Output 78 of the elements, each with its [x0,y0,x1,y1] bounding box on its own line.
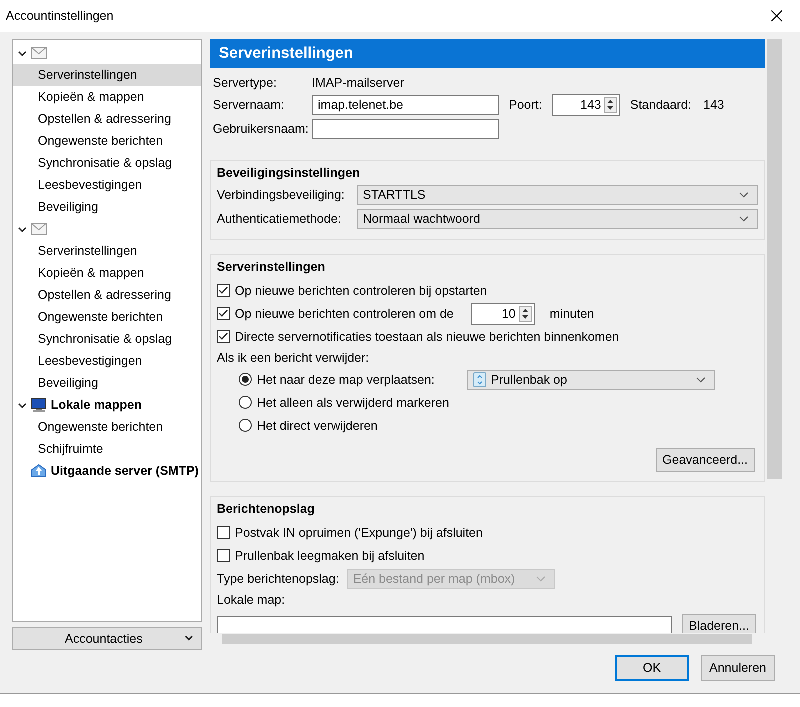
tree-item[interactable]: Leesbevestigingen [13,350,201,372]
dialog-button[interactable]: Annuleren [701,655,775,681]
local-folder-label: Lokale map: [217,592,286,609]
username-label: Gebruikersnaam: [213,122,310,136]
servertype-value: IMAP-mailserver [312,75,406,91]
tree-item[interactable]: Ongewenste berichten [13,416,201,438]
checkbox[interactable] [217,549,230,562]
computer-icon [31,398,47,412]
field-label: Authenticatiemethode: [217,212,342,226]
chevron-icon[interactable] [18,224,27,234]
folder-dropdown[interactable]: Prullenbak op [467,370,715,390]
minutes-label: minuten [550,306,594,320]
checkbox[interactable] [217,307,230,320]
tree-item[interactable]: Beveiliging [13,196,201,218]
envelope-icon [31,47,47,59]
envelope-icon [31,223,47,235]
tree-item[interactable]: Kopieën & mappen [13,262,201,284]
delete-label: Als ik een bericht verwijder: [217,350,370,367]
chevron-icon[interactable] [18,48,27,58]
tree-item[interactable]: Ongewenste berichten [13,130,201,152]
tree-item[interactable]: Opstellen & adressering [13,284,201,306]
checkbox-label[interactable]: Op nieuwe berichten controleren bij opstarten [235,284,488,298]
checkbox-label[interactable]: Prullenbak leegmaken bij afsluiten [235,548,425,562]
servername-field[interactable]: imap.telenet.be [312,95,499,115]
checkbox-label[interactable]: Postvak IN opruimen ('Expunge') bij afsluiten [235,526,483,540]
page-header: Serverinstellingen [210,39,765,68]
tree-item[interactable]: Leesbevestigingen [13,174,201,196]
radio-label[interactable]: Het alleen als verwijderd markeren [257,396,450,410]
local-folder-field[interactable] [217,616,672,633]
tree-item[interactable]: Beveiliging [13,372,201,394]
dialog-button[interactable]: OK [615,655,689,681]
default-port-label: Standaard: [630,98,692,112]
servername-label: Servernaam: [213,98,286,112]
chevron-down-icon [739,192,749,198]
checkbox-label[interactable]: Directe servernotificaties toestaan als nieuwe berichten binnenkomen [235,330,620,344]
account-name[interactable]: Uitgaande server (SMTP) [51,464,199,478]
port-label: Poort: [509,98,542,112]
chevron-down-icon [739,216,749,222]
chevron-down-icon [536,576,546,582]
field-label: Verbindingsbeveiliging: [217,188,346,202]
account-name[interactable]: Lokale mappen [51,398,142,412]
advanced-button[interactable]: Geavanceerd... [656,448,755,472]
dropdown[interactable]: STARTTLS [357,185,758,205]
tree-item[interactable]: Kopieën & mappen [13,86,201,108]
servertype-label: Servertype: [213,76,278,90]
chevron-down-icon [696,376,706,382]
radio-button[interactable] [239,396,252,409]
group-title: Beveiligingsinstellingen [217,166,362,180]
username-field[interactable] [312,119,499,139]
window-title: Accountinstellingen [6,9,114,23]
chevron-down-icon [184,635,193,642]
tree-item[interactable]: Serverinstellingen [13,64,201,86]
radio-button[interactable] [239,373,252,386]
tree-item[interactable]: Serverinstellingen [13,240,201,262]
tree-item[interactable]: Opstellen & adressering [13,108,201,130]
interval-spinner[interactable]: 10 [470,302,535,324]
checkbox[interactable] [217,330,230,343]
chevron-icon[interactable] [18,400,27,410]
tree-item[interactable]: Ongewenste berichten [13,306,201,328]
storage-type-label: Type berichtenopslag: [217,572,340,586]
radio-button[interactable] [239,419,252,432]
default-port-value: 143 [704,98,724,112]
radio-label[interactable]: Het naar deze map verplaatsen: [257,372,462,386]
group-title: Berichtenopslag [217,502,316,516]
dropdown[interactable]: Normaal wachtwoord [357,209,758,229]
radio-label[interactable]: Het direct verwijderen [257,418,378,432]
tree-item[interactable]: Synchronisatie & opslag [13,328,201,350]
port-spinner[interactable]: 143 [552,94,620,116]
tree-item[interactable]: Synchronisatie & opslag [13,152,201,174]
close-button[interactable]: × [754,0,800,32]
group-title: Serverinstellingen [217,260,326,274]
account-actions-button[interactable]: Accountacties [12,627,202,650]
checkbox[interactable] [217,284,230,297]
checkbox-label[interactable]: Op nieuwe berichten controleren om de [235,306,454,320]
browse-button[interactable]: Bladeren... [682,614,756,633]
upload-folder-icon [31,464,47,478]
checkbox[interactable] [217,526,230,539]
tree-item[interactable]: Schijfruimte [13,438,201,460]
